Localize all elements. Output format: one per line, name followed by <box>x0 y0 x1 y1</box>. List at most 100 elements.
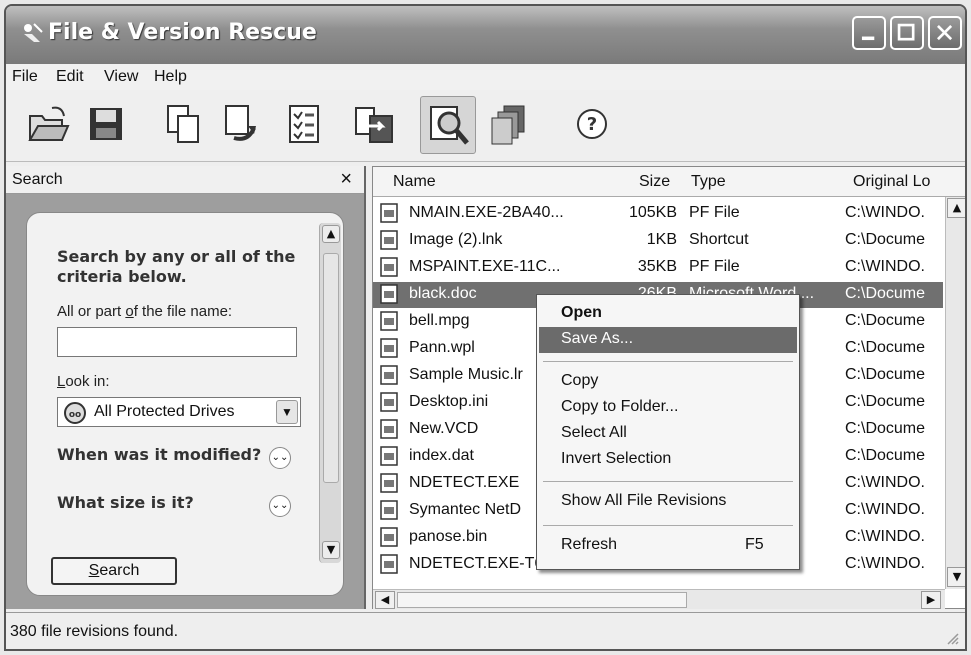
column-location[interactable]: Original Lo <box>853 173 930 191</box>
search-pane-scrollbar[interactable]: ▲ ▼ <box>319 223 341 563</box>
file-size: 105KB <box>628 204 677 221</box>
app-icon <box>24 23 43 42</box>
menu-item-invert-selection[interactable]: Invert Selection <box>539 447 797 473</box>
file-name: Image (2).lnk <box>409 231 503 248</box>
file-location: C:\WINDO. <box>845 258 925 275</box>
size-heading[interactable]: What size is it? <box>57 493 194 512</box>
file-list-vscroll[interactable]: ▲ ▼ <box>945 197 965 589</box>
revisions-button[interactable] <box>480 96 536 154</box>
scroll-up-icon[interactable]: ▲ <box>947 198 965 218</box>
checklist-button[interactable] <box>276 96 332 154</box>
export-icon <box>355 107 393 143</box>
file-name-input[interactable] <box>57 327 297 357</box>
file-icon <box>380 527 398 547</box>
file-icon <box>380 311 398 331</box>
file-row[interactable]: NMAIN.EXE-2BA40... 105KB PF File C:\WINDO. <box>373 201 943 227</box>
restore-button[interactable] <box>212 96 268 154</box>
close-button[interactable] <box>928 16 962 50</box>
menu-edit[interactable]: Edit <box>56 68 84 86</box>
file-icon <box>380 554 398 574</box>
scroll-left-icon[interactable]: ◀ <box>375 591 395 609</box>
file-list-hscroll[interactable]: ◀ ▶ <box>373 589 945 609</box>
maximize-button[interactable] <box>890 16 924 50</box>
window-title: File & Version Rescue <box>48 20 317 45</box>
menu-help[interactable]: Help <box>154 68 187 86</box>
search-pane-title: Search <box>12 171 63 188</box>
file-location: C:\WINDO. <box>845 204 925 221</box>
menu-view[interactable]: View <box>104 68 138 86</box>
file-row[interactable]: MSPAINT.EXE-11C... 35KB PF File C:\WINDO. <box>373 255 943 281</box>
menu-separator <box>543 481 793 482</box>
help-button[interactable]: ? <box>564 96 620 154</box>
menu-item-refresh[interactable]: Refresh F5 <box>539 533 797 559</box>
scroll-up-icon[interactable]: ▲ <box>322 225 340 243</box>
open-folder-icon <box>28 106 70 141</box>
help-icon: ? <box>577 109 607 139</box>
file-name-label: All or part of the file name: <box>57 303 233 320</box>
column-size[interactable]: Size <box>639 173 670 191</box>
column-type[interactable]: Type <box>691 173 726 191</box>
scroll-down-icon[interactable]: ▼ <box>322 541 340 559</box>
file-location: C:\Docume <box>845 366 926 383</box>
menu-item-save-as[interactable]: Save As... <box>539 327 797 353</box>
status-bar: 380 file revisions found. <box>6 612 965 649</box>
file-icon <box>380 230 398 250</box>
expand-size-icon[interactable]: ⌄⌄ <box>269 495 291 517</box>
look-in-select[interactable]: oo All Protected Drives ▼ <box>57 397 301 427</box>
hscroll-thumb[interactable] <box>397 592 687 608</box>
column-name[interactable]: Name <box>393 173 436 191</box>
scroll-right-icon[interactable]: ▶ <box>921 591 941 609</box>
file-row[interactable]: Image (2).lnk 1KB Shortcut C:\Docume <box>373 228 943 254</box>
menu-item-copy[interactable]: Copy <box>539 369 797 395</box>
file-list-header: Name Size Type Original Lo <box>373 167 965 197</box>
file-location: C:\Docume <box>845 339 926 356</box>
search-button[interactable] <box>420 96 476 154</box>
search-pane-header: Search × <box>6 166 364 194</box>
file-icon <box>380 446 398 466</box>
file-icon <box>380 203 398 223</box>
expand-modified-icon[interactable]: ⌄⌄ <box>269 447 291 469</box>
file-icon <box>380 500 398 520</box>
menu-item-copy-to-folder[interactable]: Copy to Folder... <box>539 395 797 421</box>
close-pane-icon[interactable]: × <box>340 168 352 191</box>
file-location: C:\WINDO. <box>845 474 925 491</box>
open-button[interactable] <box>20 96 76 154</box>
menu-item-select-all[interactable]: Select All <box>539 421 797 447</box>
file-location: C:\WINDO. <box>845 555 925 572</box>
save-button[interactable] <box>78 96 134 154</box>
menu-item-show-revisions[interactable]: Show All File Revisions <box>539 489 797 515</box>
minimize-button[interactable] <box>852 16 886 50</box>
file-icon <box>380 392 398 412</box>
modified-heading[interactable]: When was it modified? <box>57 445 261 464</box>
search-pane: Search × Search by any or all of the cri… <box>6 166 366 609</box>
file-name: NMAIN.EXE-2BA40... <box>409 204 564 221</box>
search-icon <box>430 106 469 145</box>
restore-icon <box>225 105 256 141</box>
file-type: PF File <box>689 204 740 221</box>
export-button[interactable] <box>346 96 402 154</box>
look-in-label: Look in: <box>57 373 110 390</box>
menu-file[interactable]: File <box>12 68 38 86</box>
checklist-icon <box>289 105 319 143</box>
status-text: 380 file revisions found. <box>10 623 179 640</box>
file-type: Shortcut <box>689 231 749 248</box>
file-name: MSPAINT.EXE-11C... <box>409 258 561 275</box>
file-location: C:\WINDO. <box>845 528 925 545</box>
file-location: C:\Docume <box>845 312 926 329</box>
maximize-icon <box>897 23 915 41</box>
file-location: C:\Docume <box>845 393 926 410</box>
file-icon <box>380 284 398 304</box>
menu-item-open[interactable]: Open <box>539 301 797 327</box>
look-in-value: All Protected Drives <box>94 403 235 420</box>
file-size: 35KB <box>637 258 677 275</box>
resize-grip-icon[interactable] <box>945 631 959 645</box>
context-menu: Open Save As... Copy Copy to Folder... S… <box>536 294 800 570</box>
scroll-down-icon[interactable]: ▼ <box>947 567 965 587</box>
scroll-thumb[interactable] <box>323 253 339 483</box>
file-icon <box>380 419 398 439</box>
copy-button[interactable] <box>154 96 210 154</box>
title-bar[interactable]: File & Version Rescue <box>6 6 965 64</box>
revisions-icon <box>491 105 525 145</box>
search-submit-button[interactable]: Search <box>51 557 177 585</box>
chevron-down-icon[interactable]: ▼ <box>276 400 298 424</box>
